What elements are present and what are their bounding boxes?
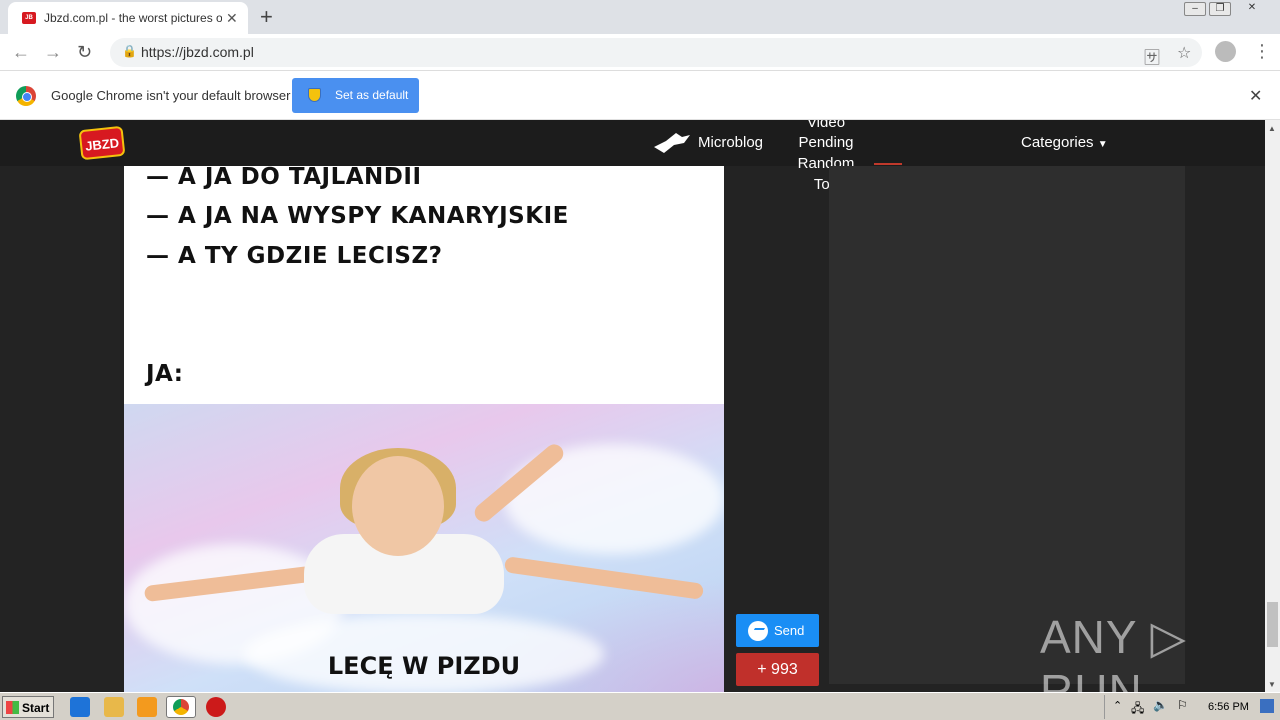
action-center-flag-icon[interactable]: ⚐	[1177, 698, 1188, 712]
categories-label: Categories	[1021, 134, 1094, 151]
sidebar-panel	[829, 166, 1185, 684]
page-scrollbar[interactable]: ▲ ▼	[1265, 120, 1280, 692]
anyrun-watermark: ANY ▷ RUN	[1040, 611, 1187, 692]
meme-caption: LECĘ W PIZDU	[327, 652, 521, 680]
opera-icon[interactable]	[206, 697, 226, 717]
new-tab-button[interactable]: +	[260, 4, 273, 30]
scrollbar-thumb[interactable]	[1267, 602, 1278, 647]
nav-video[interactable]: Video	[796, 120, 856, 131]
ie-icon[interactable]	[70, 697, 90, 717]
messenger-icon	[748, 621, 768, 641]
tab-close-icon[interactable]: ✕	[226, 10, 238, 27]
site-navbar: JBZD Microblog Video Pending Random Top …	[0, 120, 1265, 193]
set-as-default-label: Set as default	[335, 88, 409, 102]
lock-icon: 🔒	[122, 44, 137, 58]
uac-shield-icon	[308, 88, 321, 102]
meme-image[interactable]: — A JA DO TAJLANDII — A JA NA WYSPY KANA…	[124, 166, 724, 692]
scroll-up-icon[interactable]: ▲	[1268, 124, 1276, 133]
bookmark-star-icon[interactable]: ☆	[1177, 43, 1191, 63]
system-tray: ⌃ 🖧 🔈 ⚐	[1104, 695, 1280, 719]
window-close-button[interactable]: ✕	[1234, 2, 1270, 16]
messenger-send-button[interactable]: Send	[736, 614, 819, 647]
scroll-down-icon[interactable]: ▼	[1268, 680, 1276, 689]
volume-icon[interactable]: 🔈	[1153, 698, 1168, 712]
media-player-icon[interactable]	[137, 697, 157, 717]
nav-microblog[interactable]: Microblog	[698, 134, 763, 151]
windows-taskbar: Start ⌃ 🖧 🔈 ⚐ 6:56 PM	[0, 692, 1280, 720]
network-icon[interactable]: 🖧	[1131, 699, 1144, 720]
microblog-bird-icon[interactable]	[652, 131, 692, 155]
set-as-default-button[interactable]: Set as default	[292, 78, 419, 113]
tray-expand-icon[interactable]: ⌃	[1113, 699, 1122, 712]
translate-icon[interactable]: 🈂	[1144, 44, 1160, 68]
meme-ja-label: JA:	[146, 361, 184, 387]
vote-plus-button[interactable]: + 993	[736, 653, 819, 686]
site-logo[interactable]: JBZD	[78, 125, 126, 161]
taskbar-clock[interactable]: 6:56 PM	[1208, 701, 1249, 713]
default-browser-infobar: Google Chrome isn't your default browser	[0, 71, 1280, 120]
chrome-logo-icon	[16, 86, 36, 106]
send-label: Send	[774, 623, 805, 638]
menu-kebab-icon[interactable]: ⋮	[1253, 41, 1271, 62]
nav-active-indicator	[874, 163, 902, 165]
tab-title: Jbzd.com.pl - the worst pictures on t	[44, 11, 222, 25]
nav-pending[interactable]: Pending	[796, 134, 856, 151]
chrome-taskbar-button[interactable]	[166, 696, 196, 718]
address-bar[interactable]: 🔒 https://jbzd.com.pl 🈂 ☆	[110, 38, 1202, 67]
browser-toolbar: ← → ↻ 🔒 https://jbzd.com.pl 🈂 ☆ ⋮	[0, 34, 1280, 71]
nav-categories[interactable]: Categories ▼	[1021, 134, 1108, 151]
url-text: https://jbzd.com.pl	[141, 44, 254, 60]
infobar-close-icon[interactable]: ✕	[1249, 86, 1262, 106]
back-arrow-icon[interactable]: ←	[12, 42, 30, 63]
explorer-folder-icon[interactable]	[104, 697, 124, 717]
forward-arrow-icon[interactable]: →	[44, 42, 62, 63]
show-desktop-icon[interactable]	[1260, 699, 1274, 713]
caret-down-icon: ▼	[1097, 139, 1108, 150]
flying-girl-photo: LECĘ W PIZDU	[124, 404, 724, 692]
tab-strip: JB Jbzd.com.pl - the worst pictures on t…	[0, 0, 1280, 34]
minimize-button[interactable]: –	[1184, 2, 1206, 16]
restore-button[interactable]: ❐	[1209, 2, 1231, 16]
web-page: JBZD Microblog Video Pending Random Top …	[0, 120, 1265, 692]
site-favicon-icon: JB	[22, 12, 36, 24]
start-label: Start	[22, 701, 50, 715]
meme-line-2: — A JA NA WYSPY KANARYJSKIE	[146, 203, 569, 229]
meme-line-1: — A JA DO TAJLANDII	[146, 166, 422, 190]
reload-icon[interactable]: ↻	[77, 42, 92, 63]
chrome-taskbar-icon	[173, 699, 189, 715]
tab-active[interactable]: JB Jbzd.com.pl - the worst pictures on t…	[8, 2, 248, 34]
windows-logo-icon	[6, 701, 19, 714]
start-button[interactable]: Start	[2, 696, 54, 718]
infobar-message: Google Chrome isn't your default browser	[51, 88, 291, 103]
profile-avatar-icon[interactable]	[1215, 41, 1236, 62]
meme-line-3: — A TY GDZIE LECISZ?	[146, 243, 443, 269]
